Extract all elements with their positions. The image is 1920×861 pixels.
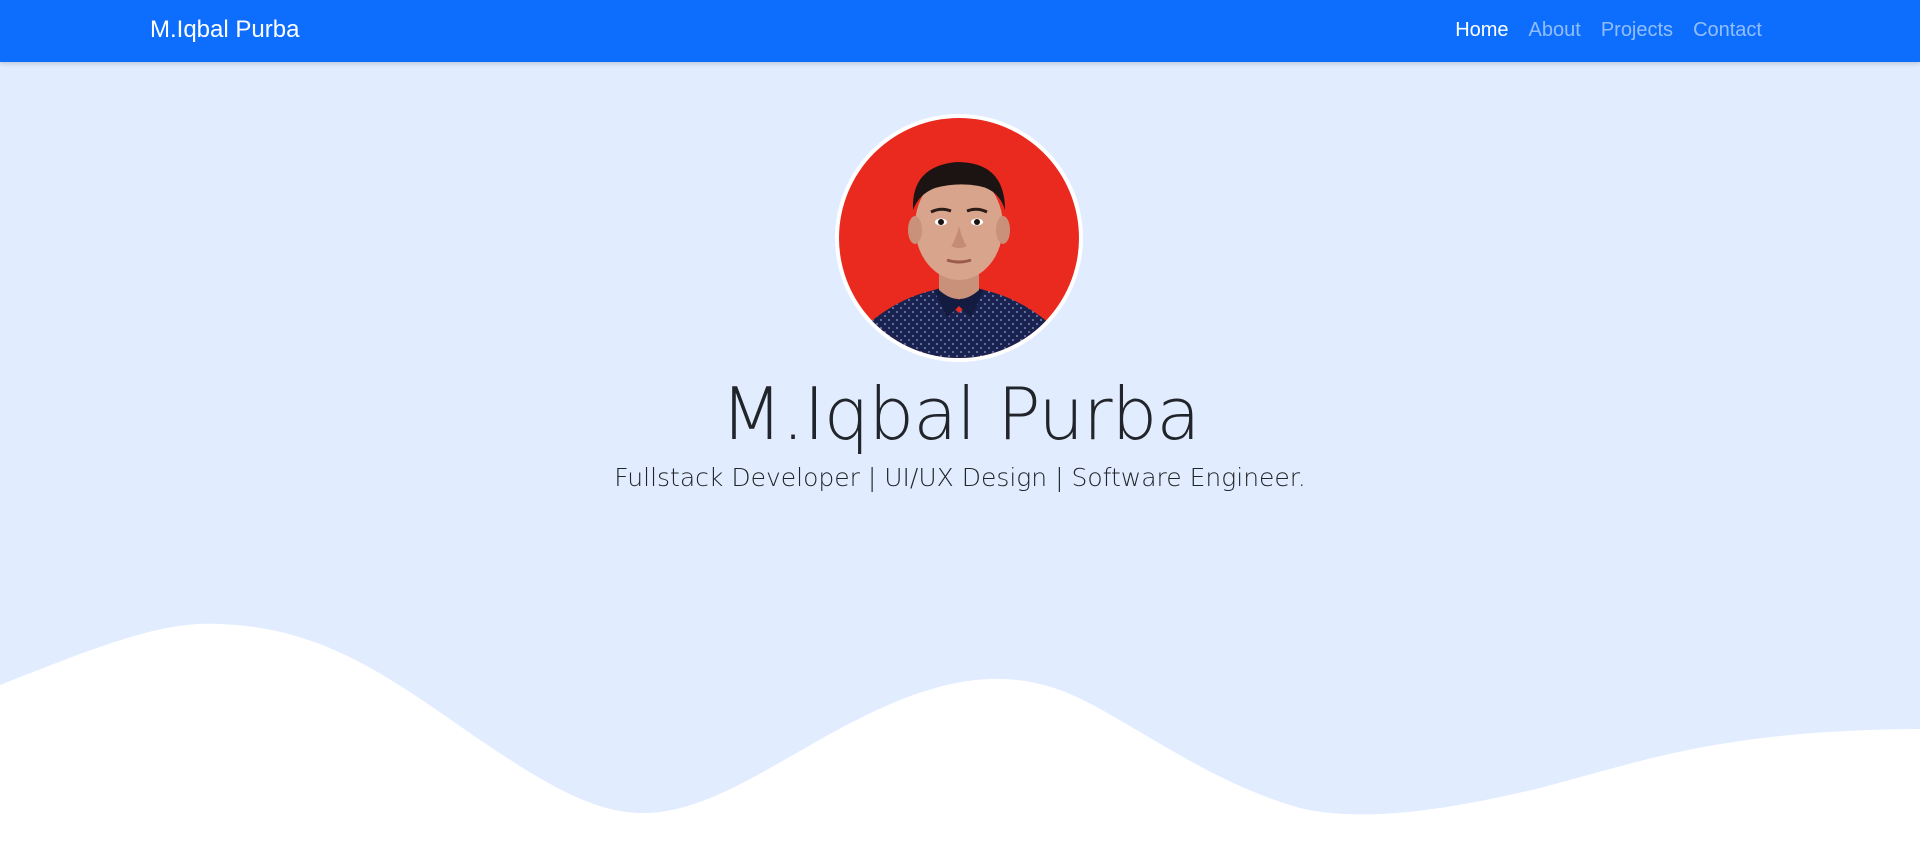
hero-title: M.Iqbal Purba: [720, 372, 1201, 456]
nav-link-projects[interactable]: Projects: [1601, 17, 1673, 43]
navbar-brand[interactable]: M.Iqbal Purba: [150, 15, 299, 45]
nav-link-about[interactable]: About: [1529, 17, 1581, 43]
navbar: M.Iqbal Purba Home About Projects Contac…: [0, 0, 1920, 62]
nav-link-home[interactable]: Home: [1455, 17, 1508, 43]
hero-subtitle: Fullstack Developer | UI/UX Design | Sof…: [614, 463, 1306, 492]
profile-photo: [835, 114, 1083, 362]
nav-link-contact[interactable]: Contact: [1693, 17, 1762, 43]
wave-divider: [0, 623, 1920, 861]
nav-links: Home About Projects Contact: [1455, 17, 1762, 43]
profile-photo-image: [839, 118, 1079, 358]
